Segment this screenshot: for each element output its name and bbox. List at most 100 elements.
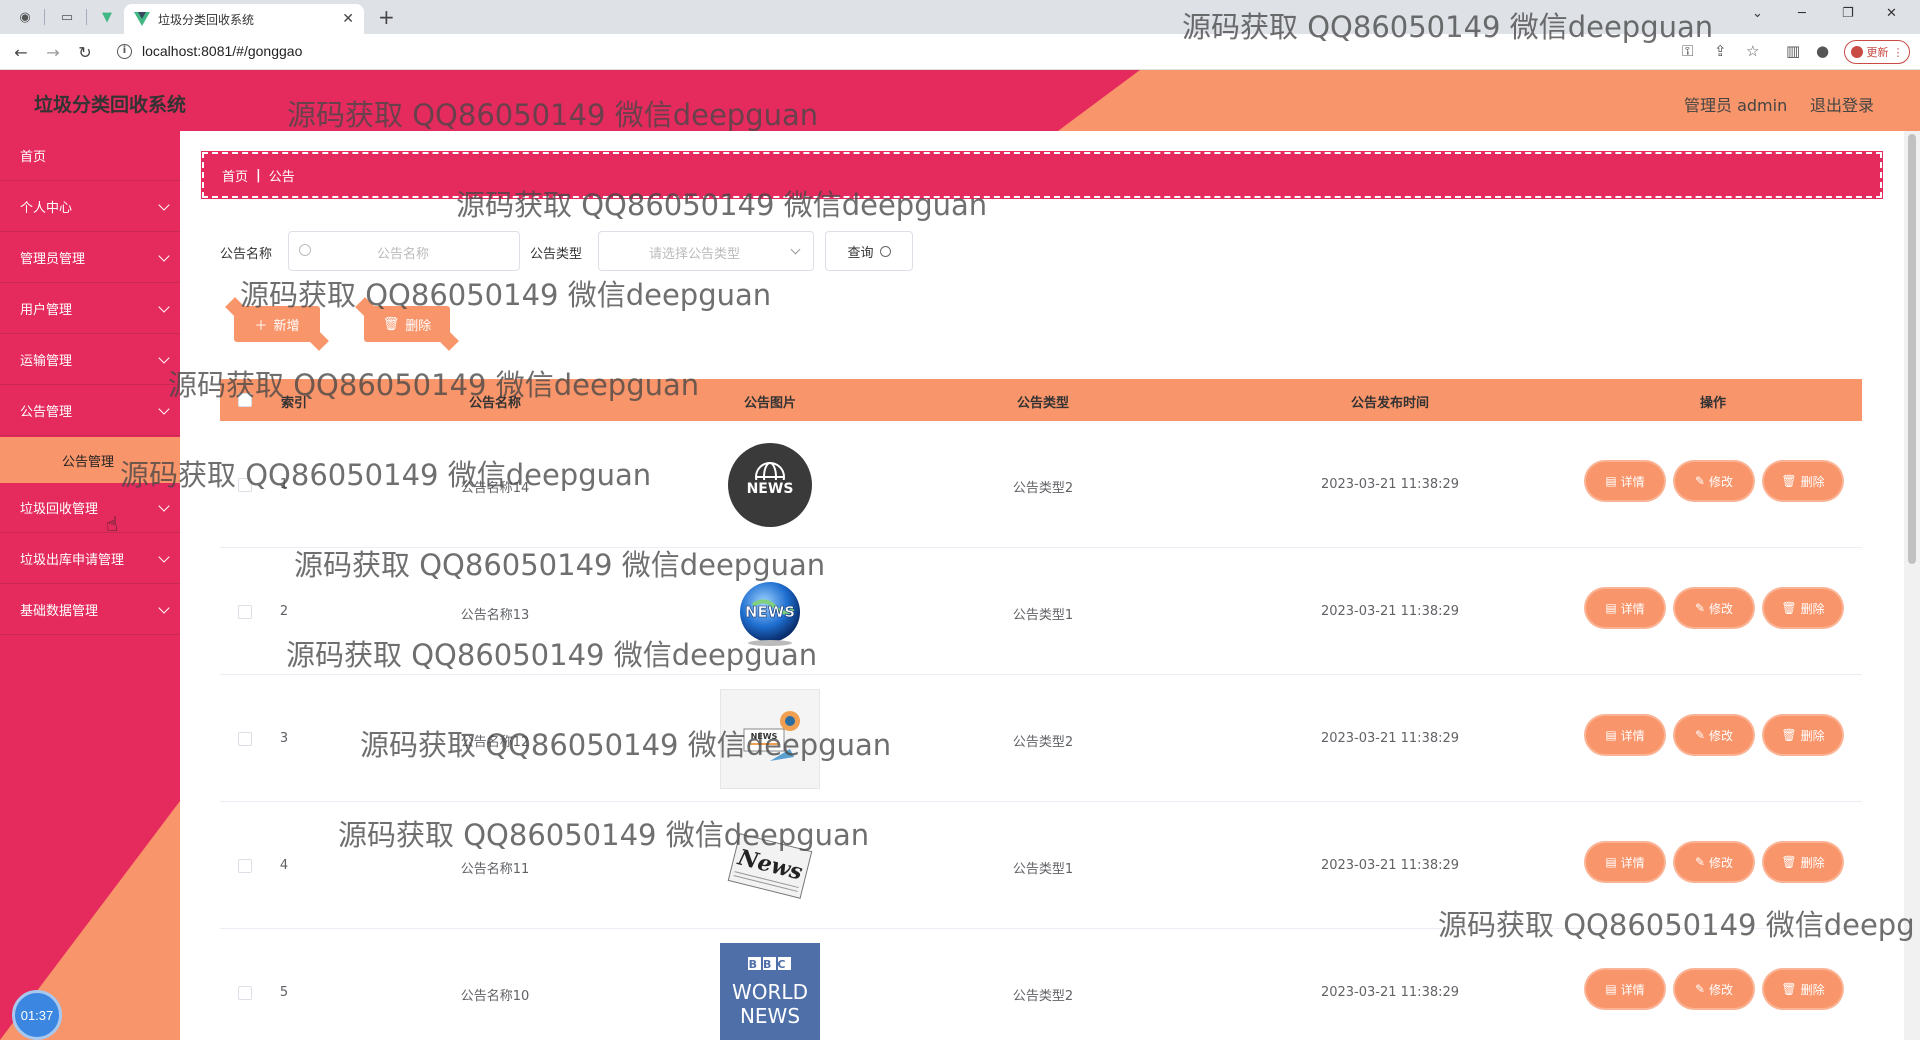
row-delete-button[interactable]: 🗑 删除 [1764,843,1842,881]
row-delete-button[interactable]: 🗑 删除 [1764,462,1842,500]
tab-divider [44,9,45,25]
back-icon[interactable]: ← [10,41,32,63]
select-all-checkbox[interactable] [238,393,252,407]
sidebar-item-recycling[interactable]: 垃圾回收管理 [0,483,180,533]
add-button[interactable]: ＋ 新增 [234,306,320,342]
share-icon[interactable]: ⇪ [1714,42,1727,60]
logout-link[interactable]: 退出登录 [1810,92,1874,116]
sidebar-item-label: 用户管理 [20,303,73,318]
cell-index: 5 [279,985,289,1000]
update-button[interactable]: 更新 ⋮ [1844,40,1910,64]
sidepanel-icon[interactable]: ▥ [1786,42,1800,60]
detail-button[interactable]: ▤ 详情 [1586,843,1664,881]
edit-button[interactable]: ✎ 修改 [1675,970,1753,1008]
active-tab[interactable]: 垃圾分类回收系统 ✕ [124,4,364,34]
url-field[interactable]: localhost:8081/#/gonggao [142,43,302,59]
detail-button[interactable]: ▤ 详情 [1586,462,1664,500]
search-icon [879,245,891,257]
detail-button[interactable]: ▤ 详情 [1586,716,1664,754]
profile-icon[interactable]: ● [1816,42,1829,60]
announcement-image[interactable]: News [720,816,820,916]
forward-icon[interactable]: → [42,41,64,63]
new-tab-button[interactable]: + [378,5,395,29]
row-delete-button[interactable]: 🗑 删除 [1764,589,1842,627]
star-icon[interactable]: ☆ [1746,42,1759,60]
bbc-world-news-icon: BBC WORLD NEWS [732,957,808,1028]
chevron-down-icon [158,301,170,313]
table-row: 4 公告名称11 News 公告类型1 2023-03-21 11:38:29 … [220,802,1862,929]
sidebar-item-admins[interactable]: 管理员管理 [0,233,180,283]
row-checkbox[interactable] [238,605,252,619]
trash-icon: 🗑 [1781,982,1797,996]
sidebar-item-basedata[interactable]: 基础数据管理 [0,585,180,635]
edit-button[interactable]: ✎ 修改 [1675,589,1753,627]
minimize-icon[interactable]: ─ [1798,6,1806,21]
site-info-icon[interactable]: i [117,44,132,59]
sidebar-item-transport[interactable]: 运输管理 [0,335,180,385]
app-header: 垃圾分类回收系统 管理员 admin 退出登录 [0,70,1920,131]
vue-icon[interactable]: ▼ [96,7,118,27]
row-checkbox[interactable] [238,478,252,492]
chevron-down-icon [158,199,170,211]
table-header: 索引 公告名称 公告图片 公告类型 公告发布时间 操作 [220,379,1862,421]
edit-button[interactable]: ✎ 修改 [1675,462,1753,500]
breadcrumb-current: 公告 [268,169,295,185]
cell-type: 公告类型2 [1012,989,1074,1004]
sidebar-item-home[interactable]: 首页 [0,131,180,181]
restore-icon[interactable]: ❐ [1842,6,1854,21]
cell-type: 公告类型1 [1012,608,1074,623]
close-icon[interactable]: ✕ [342,11,354,27]
chrome-icon[interactable]: ◉ [14,7,36,27]
window-close-icon[interactable]: ✕ [1886,6,1897,21]
table-row: 1 公告名称14 NEWS 公告类型2 2023-03-21 11:38:29 … [220,421,1862,548]
row-checkbox[interactable] [238,859,252,873]
edit-label: 修改 [1709,855,1734,870]
scrollbar-thumb[interactable] [1908,134,1916,564]
announcement-image[interactable]: NEWS [720,562,820,662]
cell-name: 公告名称14 [460,481,530,496]
detail-button[interactable]: ▤ 详情 [1586,589,1664,627]
sidebar-item-profile[interactable]: 个人中心 [0,182,180,232]
reload-icon[interactable]: ↻ [74,41,96,63]
sidebar-item-announcements[interactable]: 公告管理 [0,386,180,436]
chevron-down-icon [158,403,170,415]
key-icon[interactable]: ⚿ [1682,42,1693,60]
cell-index: 3 [279,731,289,746]
chevron-down-icon [158,500,170,512]
table-row: 3 公告名称12 NEWS 公告类型2 2023-03-21 11:38:29 … [220,675,1862,802]
detail-label: 详情 [1620,601,1645,616]
query-button[interactable]: 查询 [825,231,913,271]
detail-label: 详情 [1620,855,1645,870]
announcement-image[interactable]: NEWS [720,689,820,789]
row-delete-button[interactable]: 🗑 删除 [1764,970,1842,1008]
add-label: 新增 [273,318,300,334]
name-search-input[interactable]: 公告名称 [288,231,520,271]
announcement-image[interactable]: BBC WORLD NEWS [720,943,820,1040]
row-delete-button[interactable]: 🗑 删除 [1764,716,1842,754]
thumb-text: NEWS [751,732,778,741]
delete-label: 删除 [1800,728,1825,743]
type-filter-label: 公告类型 [530,247,583,262]
detail-button[interactable]: ▤ 详情 [1586,970,1664,1008]
sidebar-item-users[interactable]: 用户管理 [0,284,180,334]
type-select[interactable]: 请选择公告类型 [598,231,814,271]
table-row: 2 公告名称13 NEWS 公告类型1 2023-03-21 11:38:29 … [220,548,1862,675]
trash-icon: 🗑 [1781,474,1797,488]
name-filter-label: 公告名称 [220,247,273,262]
trash-icon: 🗑 [382,316,400,332]
chevron-down-icon[interactable]: ⌄ [1752,6,1763,21]
edit-button[interactable]: ✎ 修改 [1675,716,1753,754]
row-checkbox[interactable] [238,732,252,746]
more-icon: ⋮ [1892,45,1904,59]
edit-button[interactable]: ✎ 修改 [1675,843,1753,881]
batch-delete-button[interactable]: 🗑 删除 [364,306,450,342]
sidebar-subitem-announcements[interactable]: 公告管理 [0,437,180,483]
update-dot-icon [1850,46,1863,58]
sidebar-item-label: 基础数据管理 [20,604,99,619]
announcement-image[interactable]: NEWS [720,435,820,535]
breadcrumb-home[interactable]: 首页 [222,166,248,185]
tab-icon[interactable]: ▭ [56,7,78,27]
cell-index: 4 [279,858,289,873]
sidebar-item-outbound[interactable]: 垃圾出库申请管理 [0,534,180,584]
row-checkbox[interactable] [238,986,252,1000]
